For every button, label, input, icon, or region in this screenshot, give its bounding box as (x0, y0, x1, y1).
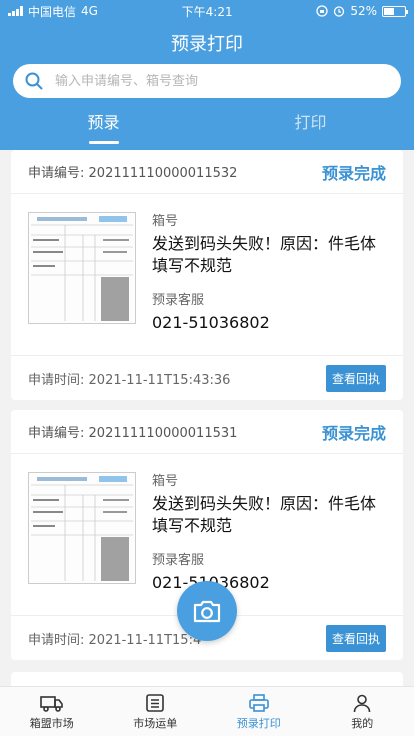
alarm-icon (334, 6, 345, 17)
camera-icon (193, 600, 221, 623)
search-input[interactable] (55, 73, 355, 89)
tab-mine[interactable]: 我的 (311, 687, 414, 736)
printer-icon (248, 693, 269, 712)
rotation-lock-icon (316, 5, 328, 17)
tab-print[interactable]: 打印 (207, 108, 414, 148)
app-no-label: 申请编号: (28, 426, 85, 441)
network-label: 4G (81, 4, 98, 18)
tab-prerecord[interactable]: 预录 (0, 108, 207, 148)
tab-label: 预录打印 (236, 716, 281, 730)
status-bar: 中国电信 4G 下午4:21 52% (0, 0, 414, 22)
time-value: 2021-11-11T15:43:36 (88, 372, 231, 388)
list-icon (146, 693, 165, 712)
status-label: 预录完成 (321, 423, 386, 443)
app-no-value: 202111110000011531 (88, 426, 238, 441)
service-label: 预录客服 (152, 553, 205, 568)
document-thumbnail[interactable] (28, 472, 136, 584)
service-phone[interactable]: 021-51036802 (152, 312, 386, 334)
document-thumbnail[interactable] (28, 212, 136, 324)
status-time: 下午4:21 (181, 4, 233, 19)
time-label: 申请时间: (28, 372, 85, 388)
tab-label: 箱盟市场 (29, 716, 74, 730)
app-no-value: 202111110000011532 (88, 166, 238, 181)
battery-icon (381, 5, 408, 17)
box-value: 发送到码头失败！原因：件毛体填写不规范 (152, 494, 377, 535)
box-value: 发送到码头失败！原因：件毛体填写不规范 (152, 234, 377, 275)
view-receipt-button[interactable]: 查看回执 (325, 624, 386, 652)
tab-container-market[interactable]: 箱盟市场 (0, 687, 104, 736)
bottom-tab-bar: 箱盟市场 市场运单 预录打印 我的 (0, 686, 414, 736)
signal-icon (8, 6, 23, 16)
page-title: 预录打印 (171, 34, 243, 55)
box-label: 箱号 (152, 214, 179, 229)
tab-label: 市场运单 (133, 716, 178, 730)
box-label: 箱号 (152, 474, 179, 489)
service-label: 预录客服 (152, 293, 205, 308)
camera-button[interactable] (177, 581, 237, 641)
tab-bar-top: 预录 打印 (0, 108, 414, 148)
tab-label: 我的 (351, 716, 374, 730)
search-bar[interactable] (13, 64, 401, 98)
truck-icon (39, 695, 63, 712)
app-no-label: 申请编号: (28, 166, 85, 181)
view-receipt-button[interactable]: 查看回执 (325, 364, 386, 392)
user-icon (353, 694, 371, 712)
record-card-partial[interactable] (11, 672, 403, 686)
carrier-label: 中国电信 (28, 4, 77, 19)
tab-prerecord-print[interactable]: 预录打印 (207, 687, 311, 736)
tab-market-waybill[interactable]: 市场运单 (104, 687, 208, 736)
time-value: 2021-11-11T15:4 (88, 632, 202, 648)
time-label: 申请时间: (28, 632, 85, 648)
battery-percent: 52% (350, 4, 377, 18)
record-card[interactable]: 申请编号: 202111110000011532 预录完成 箱号 发送到码头失败… (11, 150, 403, 400)
search-icon (25, 72, 43, 90)
status-label: 预录完成 (321, 163, 386, 183)
